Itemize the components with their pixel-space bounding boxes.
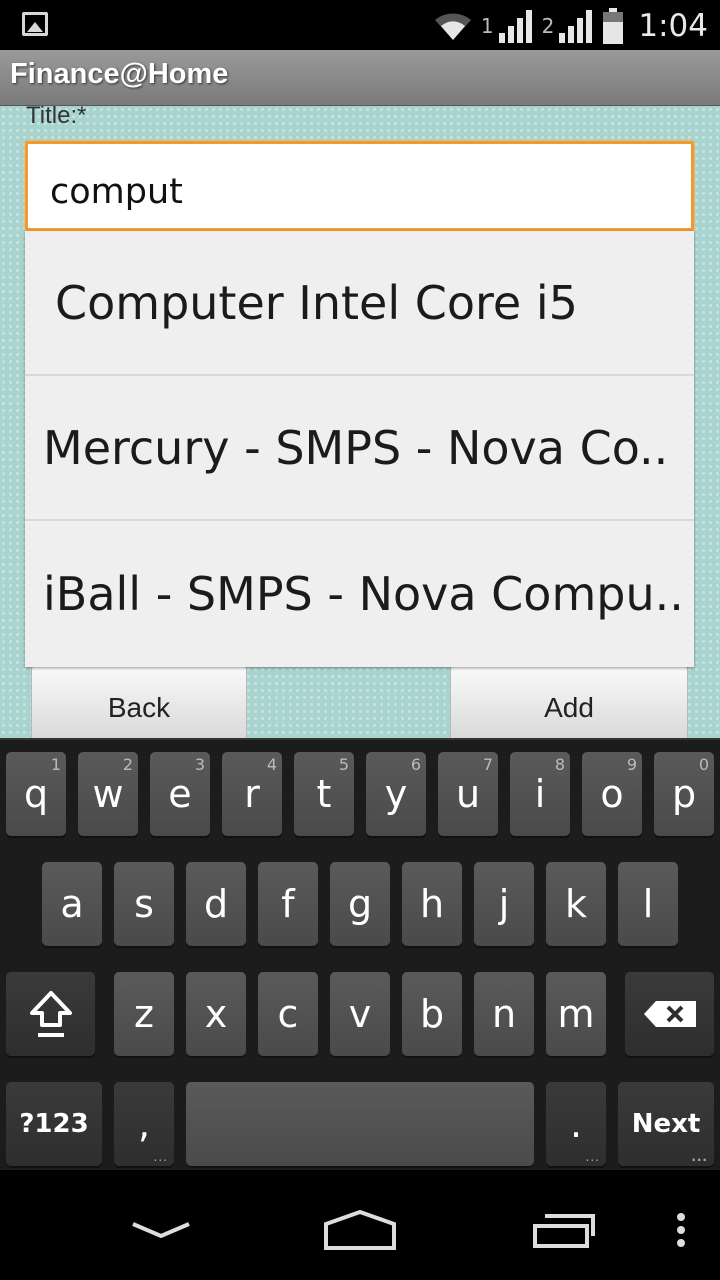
key-n[interactable]: n <box>474 972 534 1056</box>
more-dots: ... <box>153 1150 168 1164</box>
key-label: Next <box>631 1109 701 1139</box>
image-icon <box>22 12 48 36</box>
wifi-icon <box>434 13 471 40</box>
key-b[interactable]: b <box>402 972 462 1056</box>
key-v[interactable]: v <box>330 972 390 1056</box>
key-d[interactable]: d <box>186 862 246 946</box>
key-i[interactable]: i8 <box>510 752 570 836</box>
autocomplete-dropdown: Computer Intel Core i5 Mercury - SMPS - … <box>25 231 694 667</box>
symbols-key[interactable]: ?123 <box>6 1082 102 1166</box>
key-x[interactable]: x <box>186 972 246 1056</box>
sim1-label: 1 <box>480 14 494 38</box>
key-w[interactable]: w2 <box>78 752 138 836</box>
title-input[interactable]: comput <box>25 141 694 231</box>
key-a[interactable]: a <box>42 862 102 946</box>
key-label: i <box>534 772 546 816</box>
key-label: r <box>244 772 260 816</box>
key-hint: 0 <box>698 755 709 774</box>
space-key[interactable] <box>186 1082 534 1166</box>
add-button[interactable]: Add <box>450 666 688 738</box>
status-bar: 1 2 1:04 <box>0 0 720 50</box>
overflow-menu-button[interactable] <box>636 1200 720 1260</box>
autocomplete-item[interactable]: iBall - SMPS - Nova Compu.. <box>25 521 694 666</box>
key-l[interactable]: l <box>618 862 678 946</box>
key-e[interactable]: e3 <box>150 752 210 836</box>
key-k[interactable]: k <box>546 862 606 946</box>
key-j[interactable]: j <box>474 862 534 946</box>
key-r[interactable]: r4 <box>222 752 282 836</box>
next-key[interactable]: Next... <box>618 1082 714 1166</box>
recent-apps-button[interactable] <box>518 1200 608 1260</box>
back-button[interactable]: Back <box>31 666 247 738</box>
back-down-button[interactable] <box>116 1200 206 1260</box>
key-hint: 1 <box>50 755 61 774</box>
comma-key[interactable]: ,... <box>114 1082 174 1166</box>
key-hint: 5 <box>338 755 349 774</box>
key-hint: 8 <box>554 755 565 774</box>
key-p[interactable]: p0 <box>654 752 714 836</box>
key-u[interactable]: u7 <box>438 752 498 836</box>
autocomplete-item[interactable]: Computer Intel Core i5 <box>25 231 694 376</box>
overflow-menu-icon <box>677 1213 685 1247</box>
key-z[interactable]: z <box>114 972 174 1056</box>
key-label: p <box>671 772 697 816</box>
signal-icon <box>498 10 532 43</box>
key-g[interactable]: g <box>330 862 390 946</box>
key-f[interactable]: f <box>258 862 318 946</box>
key-o[interactable]: o9 <box>582 752 642 836</box>
sim2-label: 2 <box>541 14 555 38</box>
soft-keyboard: q1 w2 e3 r4 t5 y6 u7 i8 o9 p0 a s d f g … <box>0 738 720 1170</box>
shift-key[interactable] <box>6 972 95 1056</box>
key-label: e <box>168 772 192 816</box>
key-label: t <box>316 772 332 816</box>
home-button[interactable] <box>315 1200 405 1260</box>
key-label: q <box>23 772 49 816</box>
key-hint: 7 <box>482 755 493 774</box>
home-icon <box>324 1209 396 1250</box>
more-dots: ... <box>585 1150 600 1164</box>
key-hint: 9 <box>626 755 637 774</box>
key-c[interactable]: c <box>258 972 318 1056</box>
clock: 1:04 <box>638 8 708 44</box>
app-title-bar: Finance@Home <box>0 50 720 106</box>
key-hint: 2 <box>122 755 133 774</box>
key-label: w <box>92 772 124 816</box>
key-hint: 4 <box>266 755 277 774</box>
key-label: o <box>600 772 624 816</box>
key-label: , <box>137 1102 151 1146</box>
key-h[interactable]: h <box>402 862 462 946</box>
key-m[interactable]: m <box>546 972 606 1056</box>
signal-icon <box>559 10 593 43</box>
key-hint: 6 <box>410 755 421 774</box>
key-label: . <box>569 1102 583 1146</box>
shift-icon <box>29 991 72 1037</box>
navigation-bar <box>0 1170 720 1280</box>
key-y[interactable]: y6 <box>366 752 426 836</box>
title-field-label: Title:* <box>26 106 87 129</box>
autocomplete-item[interactable]: Mercury - SMPS - Nova Co.. <box>25 376 694 521</box>
backspace-icon <box>643 1001 696 1027</box>
key-label: y <box>384 772 408 816</box>
app-title: Finance@Home <box>10 58 229 90</box>
more-dots: ... <box>691 1150 708 1164</box>
period-key[interactable]: .... <box>546 1082 606 1166</box>
recent-apps-icon <box>533 1214 595 1248</box>
battery-icon <box>603 8 624 44</box>
key-label: u <box>455 772 481 816</box>
key-t[interactable]: t5 <box>294 752 354 836</box>
key-hint: 3 <box>194 755 205 774</box>
key-s[interactable]: s <box>114 862 174 946</box>
back-down-icon <box>132 1222 190 1239</box>
key-q[interactable]: q1 <box>6 752 66 836</box>
backspace-key[interactable] <box>625 972 714 1056</box>
